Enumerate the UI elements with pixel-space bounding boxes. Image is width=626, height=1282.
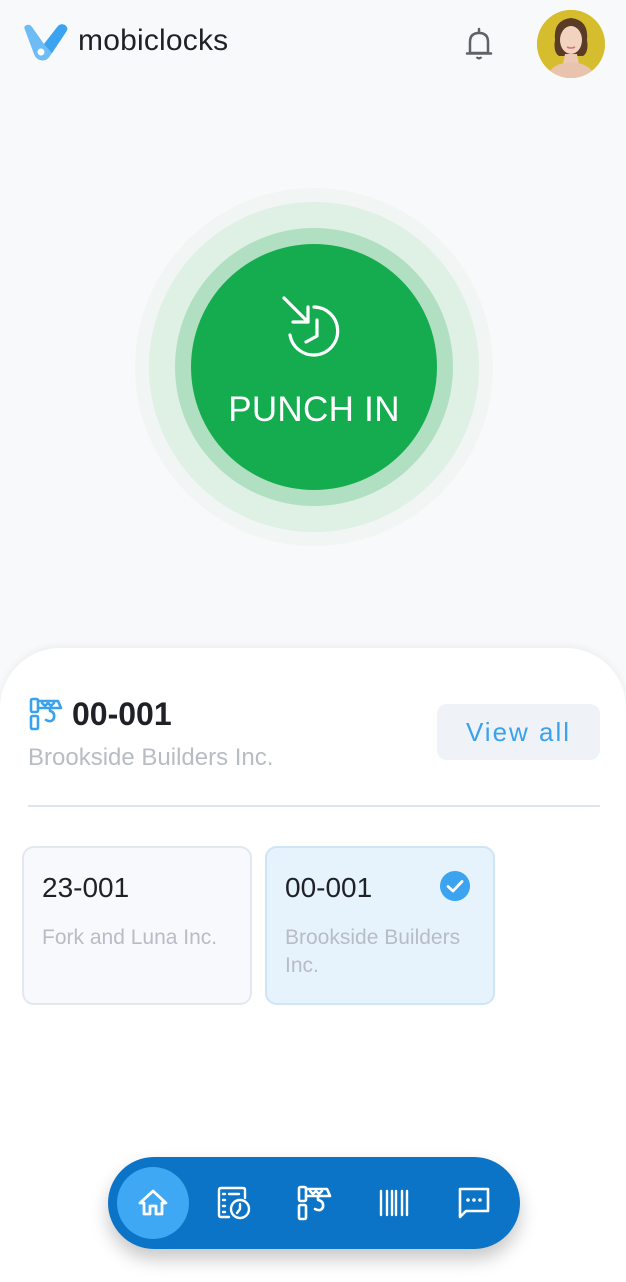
view-all-button[interactable]: View all	[437, 704, 600, 760]
nav-messages[interactable]	[438, 1167, 510, 1239]
chat-icon	[458, 1187, 490, 1219]
app-name: mobiclocks	[78, 24, 229, 57]
crane-icon	[29, 697, 63, 731]
bell-icon[interactable]	[462, 26, 496, 62]
job-card-code: 23-001	[42, 872, 130, 903]
current-job-code: 00-001	[72, 696, 172, 732]
job-card[interactable]: 23-001 Fork and Luna Inc.	[22, 846, 252, 1005]
nav-timesheet[interactable]	[198, 1167, 270, 1239]
avatar[interactable]	[537, 10, 605, 78]
bottom-nav	[108, 1157, 520, 1249]
divider	[28, 805, 600, 807]
check-circle-icon	[440, 871, 470, 901]
job-card-selected[interactable]: 00-001 Brookside Builders Inc.	[265, 846, 495, 1005]
nav-scan[interactable]	[358, 1167, 430, 1239]
crane-icon	[297, 1185, 332, 1221]
app-header: mobiclocks	[0, 0, 626, 90]
home-icon	[138, 1189, 168, 1216]
punch-in-area: PUNCH IN	[135, 188, 493, 546]
barcode-icon	[379, 1189, 409, 1217]
punch-in-button[interactable]: PUNCH IN	[191, 244, 437, 490]
job-card-client: Brookside Builders Inc.	[285, 926, 461, 977]
nav-home[interactable]	[117, 1167, 189, 1239]
user-avatar	[537, 10, 605, 78]
job-card-code: 00-001	[285, 872, 373, 903]
current-job-client: Brookside Builders Inc.	[28, 744, 274, 771]
punch-in-label: PUNCH IN	[228, 390, 400, 429]
job-card-client: Fork and Luna Inc.	[42, 926, 218, 949]
clock-in-arrow-icon	[282, 296, 340, 357]
timesheet-clock-icon	[217, 1186, 251, 1220]
mobiclocks-logo-icon	[24, 24, 68, 61]
nav-jobs[interactable]	[278, 1167, 350, 1239]
